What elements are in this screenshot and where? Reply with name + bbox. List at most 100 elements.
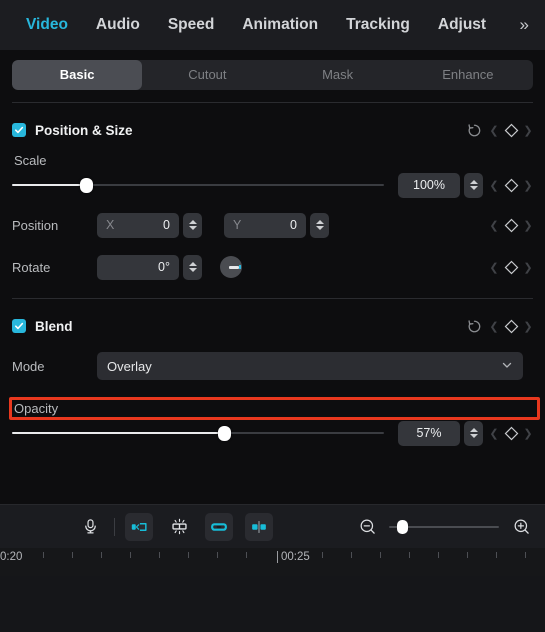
blend-reset-icon[interactable] <box>463 315 485 337</box>
scale-stepper[interactable] <box>464 172 483 198</box>
tab-tracking[interactable]: Tracking <box>332 0 424 50</box>
keyframe-prev-icon[interactable]: ❮ <box>489 124 499 137</box>
position-keyframe-next-icon[interactable]: ❯ <box>523 219 533 232</box>
opacity-value: 57% <box>416 426 442 440</box>
ruler-tick <box>101 552 102 558</box>
rotate-stepper-up-icon[interactable] <box>188 262 197 266</box>
timeline-track-area[interactable] <box>0 576 545 632</box>
more-tabs-chevron-icon[interactable]: » <box>518 0 535 50</box>
subtab-basic[interactable]: Basic <box>12 60 143 90</box>
tab-video[interactable]: Video <box>12 0 82 50</box>
position-y-input[interactable]: Y 0 <box>224 212 306 238</box>
position-row: Position X 0 Y 0 ❮ ❯ <box>12 208 533 242</box>
position-x-stepper-up-icon[interactable] <box>188 220 197 224</box>
ruler-tick <box>351 552 352 558</box>
tab-speed[interactable]: Speed <box>154 0 229 50</box>
position-y-stepper[interactable] <box>310 212 329 238</box>
position-y-stepper-down-icon[interactable] <box>315 226 324 230</box>
subtab-cutout[interactable]: Cutout <box>142 60 272 90</box>
opacity-stepper[interactable] <box>464 420 483 446</box>
blend-title: Blend <box>35 318 73 334</box>
keyframe-next-icon[interactable]: ❯ <box>523 124 533 137</box>
position-x-input[interactable]: X 0 <box>97 212 179 238</box>
opacity-slider-handle[interactable] <box>217 426 231 441</box>
rotate-dial-needle-icon <box>229 265 239 269</box>
tab-animation[interactable]: Animation <box>228 0 332 50</box>
scale-keyframe-diamond-icon[interactable] <box>500 174 522 196</box>
position-y-value: 0 <box>290 218 297 232</box>
opacity-keyframe-next-icon[interactable]: ❯ <box>523 427 533 440</box>
position-size-actions: ❮ ❯ <box>463 119 533 141</box>
zoom-in-icon[interactable] <box>507 513 535 541</box>
opacity-slider[interactable] <box>12 425 384 441</box>
opacity-slider-fill <box>12 432 225 434</box>
rotate-keyframe-next-icon[interactable]: ❯ <box>523 261 533 274</box>
tab-audio[interactable]: Audio <box>82 0 154 50</box>
rotate-row: Rotate 0° ❮ ❯ <box>12 250 533 284</box>
microphone-icon[interactable] <box>76 513 104 541</box>
ruler-major-tick <box>277 551 278 563</box>
rotate-label: Rotate <box>12 259 51 275</box>
scale-keyframe-prev-icon[interactable]: ❮ <box>489 179 499 192</box>
timeline-toolbar <box>0 504 545 548</box>
position-x-stepper-down-icon[interactable] <box>188 226 197 230</box>
blend-mode-select[interactable]: Overlay <box>97 352 523 380</box>
link-clip-icon[interactable] <box>205 512 233 541</box>
blend-keyframe-prev-icon[interactable]: ❮ <box>489 320 499 333</box>
position-y-stepper-up-icon[interactable] <box>315 220 324 224</box>
tab-adjust[interactable]: Adjust <box>424 0 500 50</box>
sub-tab-bar: Basic Cutout Mask Enhance <box>12 60 533 90</box>
scale-slider-handle[interactable] <box>79 178 93 193</box>
rotate-keyframe-prev-icon[interactable]: ❮ <box>489 261 499 274</box>
ruler-tick <box>130 552 131 558</box>
ruler-time-label: 0:20 <box>0 551 23 563</box>
position-size-checkbox[interactable] <box>12 123 26 137</box>
auto-cut-icon[interactable] <box>165 513 193 541</box>
blend-keyframe-diamond-icon[interactable] <box>500 315 522 337</box>
rotate-keyframe-diamond-icon[interactable] <box>500 256 522 278</box>
scale-value-group: 100% ❮ ❯ <box>398 172 533 198</box>
opacity-keyframe-prev-icon[interactable]: ❮ <box>489 427 499 440</box>
subtab-mask[interactable]: Mask <box>273 60 403 90</box>
blend-keyframe-next-icon[interactable]: ❯ <box>523 320 533 333</box>
zoom-slider[interactable] <box>389 519 499 534</box>
position-x-stepper[interactable] <box>183 212 202 238</box>
position-y-prefix: Y <box>233 218 242 232</box>
rotate-dial[interactable] <box>220 256 242 278</box>
timeline-ruler[interactable]: 0:20 00:25 <box>0 548 545 576</box>
ruler-tick <box>188 552 189 558</box>
subtab-enhance[interactable]: Enhance <box>403 60 533 90</box>
rotate-stepper[interactable] <box>183 254 202 280</box>
rotate-stepper-down-icon[interactable] <box>188 268 197 272</box>
opacity-stepper-up-icon[interactable] <box>469 428 478 432</box>
properties-panel-body: Position & Size ❮ ❯ Scale 100% ❮ ❯ Posit… <box>0 103 545 504</box>
opacity-keyframe-diamond-icon[interactable] <box>500 422 522 444</box>
scale-row: 100% ❮ ❯ <box>12 170 533 200</box>
position-x-value: 0 <box>163 218 170 232</box>
position-keyframe-prev-icon[interactable]: ❮ <box>489 219 499 232</box>
opacity-stepper-down-icon[interactable] <box>469 434 478 438</box>
rotate-input[interactable]: 0° <box>97 254 179 280</box>
scale-keyframe-next-icon[interactable]: ❯ <box>523 179 533 192</box>
chevron-down-icon[interactable] <box>501 359 513 374</box>
blend-checkbox[interactable] <box>12 319 26 333</box>
scale-slider[interactable] <box>12 177 384 193</box>
scale-stepper-down-icon[interactable] <box>469 186 478 190</box>
scale-input[interactable]: 100% <box>398 172 460 198</box>
reset-icon[interactable] <box>463 119 485 141</box>
ruler-tick <box>246 552 247 558</box>
zoom-out-icon[interactable] <box>353 513 381 541</box>
ruler-tick <box>159 552 160 558</box>
scale-stepper-up-icon[interactable] <box>469 180 478 184</box>
split-left-icon[interactable] <box>125 512 153 541</box>
ruler-tick <box>525 552 526 558</box>
ruler-tick <box>322 552 323 558</box>
split-clip-icon[interactable] <box>245 512 273 541</box>
keyframe-diamond-icon[interactable] <box>500 119 522 141</box>
opacity-input[interactable]: 57% <box>398 420 460 446</box>
opacity-value-group: 57% ❮ ❯ <box>398 420 533 446</box>
position-keyframe-diamond-icon[interactable] <box>500 214 522 236</box>
zoom-slider-handle[interactable] <box>396 519 408 534</box>
keyframe-nav-scale: ❮ ❯ <box>489 174 533 196</box>
position-x-group: X 0 <box>97 212 202 238</box>
